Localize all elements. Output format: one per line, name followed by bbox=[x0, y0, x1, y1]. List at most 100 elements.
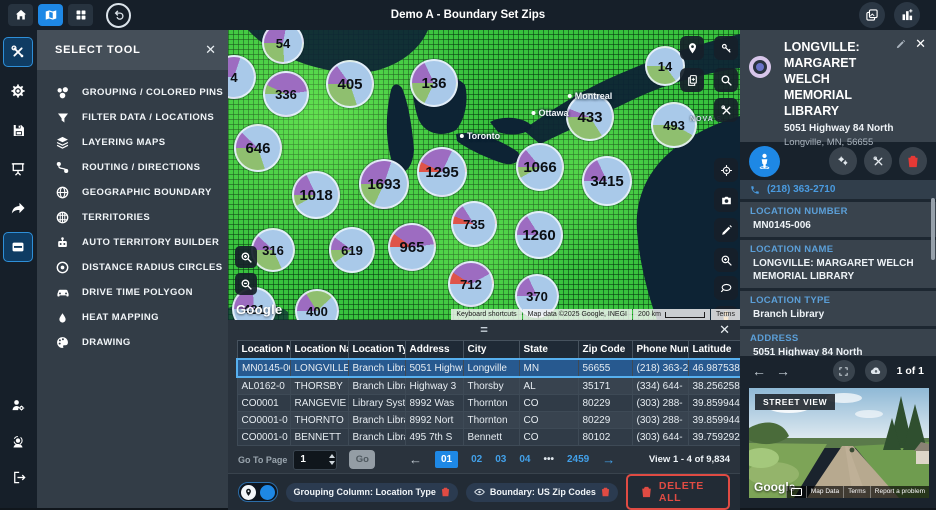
location-tools-button[interactable] bbox=[864, 147, 892, 175]
table-cell[interactable]: Branch Library bbox=[348, 377, 405, 395]
screenshot-button[interactable] bbox=[859, 2, 885, 28]
column-header[interactable]: Phone Number bbox=[632, 341, 688, 360]
sidebar-item-presentation[interactable] bbox=[3, 154, 33, 184]
table-cell[interactable]: Thornton bbox=[463, 395, 519, 412]
map-cluster-136[interactable]: 136 bbox=[410, 59, 458, 107]
table-cell[interactable]: Thornton bbox=[463, 412, 519, 429]
table-cell[interactable]: 46.987538 bbox=[688, 359, 743, 377]
delete-all-button[interactable]: DELETE ALL bbox=[626, 474, 730, 510]
route-key-button[interactable] bbox=[714, 36, 738, 60]
table-cell[interactable]: Highway 3 bbox=[405, 377, 463, 395]
table-cell[interactable]: THORSBY bbox=[290, 377, 348, 395]
column-header[interactable]: State bbox=[519, 341, 578, 360]
map-tools-button[interactable] bbox=[714, 98, 738, 122]
table-cell[interactable]: Library System bbox=[348, 395, 405, 412]
table-cell[interactable]: AL0162-0 bbox=[237, 377, 290, 395]
table-cell[interactable]: 39.759292 bbox=[688, 429, 743, 446]
table-cell[interactable]: CO0001 bbox=[237, 395, 290, 412]
tool-item-territories[interactable]: TERRITORIES bbox=[37, 205, 228, 230]
street-view-image[interactable]: STREET VIEW Google Map Data Terms Report… bbox=[749, 388, 929, 498]
copy-data-button[interactable] bbox=[680, 68, 704, 92]
map-canvas[interactable]: 5443364051366461443349316931295106634151… bbox=[228, 30, 740, 320]
map-cluster-400[interactable]: 400 bbox=[295, 289, 339, 320]
sidebar-item-data[interactable] bbox=[3, 232, 33, 262]
sidebar-item-tools[interactable] bbox=[3, 37, 33, 67]
next-page-icon[interactable]: → bbox=[602, 452, 615, 467]
sidebar-item-save[interactable] bbox=[3, 115, 33, 145]
table-row[interactable]: CO0001-0THORNTOBranch Library8992 NortTh… bbox=[237, 412, 796, 429]
table-cell[interactable]: 5051 Highway 84 North bbox=[405, 359, 463, 377]
column-header[interactable]: Location Number bbox=[237, 341, 290, 360]
go-button[interactable]: Go bbox=[349, 450, 375, 469]
page-link-03[interactable]: 03 bbox=[495, 454, 506, 465]
tool-item-radius[interactable]: DISTANCE RADIUS CIRCLES bbox=[37, 255, 228, 280]
table-row[interactable]: MN0145-006LONGVILLE: MARGARET WELCH MEMO… bbox=[237, 359, 796, 377]
table-cell[interactable]: CO0001-0 bbox=[237, 412, 290, 429]
boundary-chip[interactable]: Boundary: US Zip Codes bbox=[466, 483, 618, 502]
table-cell[interactable]: 80229 bbox=[578, 412, 632, 429]
table-cell[interactable]: 38.256258 bbox=[688, 377, 743, 395]
table-cell[interactable]: 39.859944 bbox=[688, 395, 743, 412]
table-cell[interactable]: Longville bbox=[463, 359, 519, 377]
map-cluster-54[interactable]: 54 bbox=[262, 30, 304, 64]
map-cluster-1295[interactable]: 1295 bbox=[417, 147, 467, 197]
table-cell[interactable]: CO0001-0 bbox=[237, 429, 290, 446]
map-cluster-14[interactable]: 14 bbox=[645, 46, 685, 86]
table-cell[interactable]: (303) 288- bbox=[632, 412, 688, 429]
home-button[interactable] bbox=[8, 4, 33, 26]
grouping-chip[interactable]: Grouping Column: Location Type bbox=[286, 483, 458, 502]
detail-scrollbar[interactable] bbox=[931, 198, 935, 260]
tool-item-auto-territory[interactable]: AUTO TERRITORY BUILDER bbox=[37, 230, 228, 255]
page-link-01[interactable]: 01 bbox=[435, 451, 458, 468]
report-problem-link[interactable]: Report a problem bbox=[870, 486, 929, 498]
sidebar-item-account[interactable] bbox=[3, 390, 33, 420]
tool-item-drive-time[interactable]: DRIVE TIME POLYGON bbox=[37, 280, 228, 305]
column-header[interactable]: Location Name bbox=[290, 341, 348, 360]
sv-terms-link[interactable]: Terms bbox=[843, 486, 870, 498]
column-header[interactable]: City bbox=[463, 341, 519, 360]
zoom-in-button[interactable] bbox=[235, 246, 257, 268]
delete-location-button[interactable] bbox=[899, 147, 927, 175]
map-cluster-493[interactable]: 493 bbox=[651, 102, 697, 148]
page-stepper[interactable] bbox=[329, 454, 335, 465]
table-cell[interactable]: Thorsby bbox=[463, 377, 519, 395]
map-cluster-646[interactable]: 646 bbox=[234, 124, 282, 172]
edit-icon[interactable] bbox=[895, 39, 906, 50]
edit-map-button[interactable] bbox=[714, 218, 738, 242]
table-cell[interactable]: Branch Library bbox=[348, 412, 405, 429]
table-cell[interactable]: (303) 644- bbox=[632, 429, 688, 446]
table-view-button[interactable] bbox=[68, 4, 93, 26]
table-cell[interactable]: THORNTO bbox=[290, 412, 348, 429]
table-cell[interactable]: 8992 Was bbox=[405, 395, 463, 412]
table-cell[interactable]: 39.859944 bbox=[688, 412, 743, 429]
map-cluster-619[interactable]: 619 bbox=[329, 227, 375, 273]
table-cell[interactable]: (303) 288- bbox=[632, 395, 688, 412]
column-header[interactable]: Latitude bbox=[688, 341, 743, 360]
table-cell[interactable]: MN bbox=[519, 359, 578, 377]
table-cell[interactable]: 80229 bbox=[578, 395, 632, 412]
table-cell[interactable]: CO bbox=[519, 395, 578, 412]
sidebar-item-share[interactable] bbox=[3, 193, 33, 223]
map-cluster-735[interactable]: 735 bbox=[451, 201, 497, 247]
tool-item-layering[interactable]: LAYERING MAPS bbox=[37, 130, 228, 155]
table-cell[interactable]: AL bbox=[519, 377, 578, 395]
tool-item-grouping[interactable]: GROUPING / COLORED PINS bbox=[37, 80, 228, 105]
table-cell[interactable]: CO bbox=[519, 429, 578, 446]
column-header[interactable]: Address bbox=[405, 341, 463, 360]
page-link-2459[interactable]: 2459 bbox=[567, 454, 589, 465]
table-cell[interactable]: LONGVILLE: MARGARET WELCH MEMORIAL LIBRA… bbox=[290, 359, 348, 377]
table-cell[interactable]: CO bbox=[519, 412, 578, 429]
tool-item-filter[interactable]: FILTER DATA / LOCATIONS bbox=[37, 105, 228, 130]
map-cluster-3415[interactable]: 3415 bbox=[582, 156, 632, 206]
add-pin-button[interactable] bbox=[680, 36, 704, 60]
phone-row[interactable]: (218) 363-2710 bbox=[740, 180, 936, 202]
map-cluster-433[interactable]: 433 bbox=[566, 93, 614, 141]
map-cluster-1693[interactable]: 1693 bbox=[359, 159, 409, 209]
location-settings-button[interactable] bbox=[829, 147, 857, 175]
table-cell[interactable]: 495 7th S bbox=[405, 429, 463, 446]
close-detail-icon[interactable]: ✕ bbox=[915, 36, 926, 52]
zoom-search-button[interactable] bbox=[714, 248, 738, 272]
drag-handle[interactable]: = bbox=[480, 322, 488, 337]
street-view-button[interactable] bbox=[749, 146, 780, 177]
prev-page-icon[interactable]: ← bbox=[409, 452, 422, 467]
